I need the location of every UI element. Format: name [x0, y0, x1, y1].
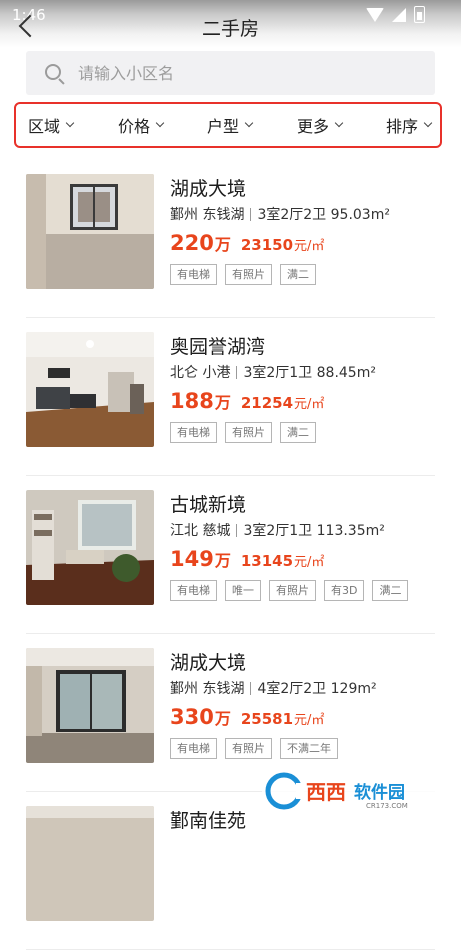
unit-price-unit: 元/㎡ — [294, 555, 325, 570]
filter-label: 户型 — [207, 117, 240, 136]
listing-photo — [26, 490, 154, 605]
filter-layout[interactable]: 户型 — [207, 104, 254, 146]
filter-more[interactable]: 更多 — [297, 104, 344, 146]
chevron-down-icon — [334, 118, 344, 128]
listing-tags: 有电梯 有照片 满二 — [170, 264, 316, 285]
listing-meta: 鄞州 东钱湖 3室2厅2卫 95.03m² — [170, 204, 390, 224]
listing-photo — [26, 174, 154, 289]
tag: 唯一 — [225, 580, 261, 601]
chevron-down-icon — [65, 118, 75, 128]
divider — [236, 365, 238, 379]
listing-district: 鄞州 — [170, 681, 198, 697]
total-price: 220 — [170, 231, 214, 255]
listing-item[interactable]: 古城新境 江北 慈城 3室2厅1卫 113.35m² 149 万 13145 元/㎡… — [0, 476, 461, 634]
tag: 有电梯 — [170, 738, 217, 759]
tag: 满二 — [372, 580, 409, 601]
listing-price: 330 万 25581 元/㎡ — [170, 705, 324, 729]
unit-price: 23150 — [240, 236, 294, 254]
total-price-unit: 万 — [214, 551, 231, 570]
unit-price-unit: 元/㎡ — [294, 713, 325, 728]
watermark-logo: 西西 软件园 CR173.COM — [262, 770, 452, 812]
tag: 有照片 — [225, 422, 272, 443]
tag: 有照片 — [225, 264, 272, 285]
listing-name: 古城新境 — [170, 494, 247, 516]
listing-list: 湖成大境 鄞州 东钱湖 3室2厅2卫 95.03m² 220 万 23150 元/㎡… — [0, 160, 461, 950]
divider — [250, 681, 252, 695]
listing-tags: 有电梯 有照片 不满二年 — [170, 738, 338, 759]
listing-item[interactable]: 奥园誉湖湾 北仑 小港 3室2厅1卫 88.45m² 188 万 21254 元/㎡… — [0, 318, 461, 476]
listing-item[interactable]: 鄞南佳苑 — [0, 792, 461, 950]
filter-region[interactable]: 区域 — [28, 104, 75, 146]
listing-meta: 江北 慈城 3室2厅1卫 113.35m² — [170, 520, 385, 540]
page-title: 二手房 — [201, 18, 259, 40]
listing-photo — [26, 806, 154, 921]
divider — [250, 207, 252, 221]
listing-item[interactable]: 湖成大境 鄞州 东钱湖 3室2厅2卫 95.03m² 220 万 23150 元/㎡… — [0, 160, 461, 318]
svg-text:CR173.COM: CR173.COM — [366, 802, 408, 810]
listing-item[interactable]: 湖成大境 鄞州 东钱湖 4室2厅2卫 129m² 330 万 25581 元/㎡ 有… — [0, 634, 461, 792]
total-price-unit: 万 — [214, 393, 231, 412]
unit-price-unit: 元/㎡ — [294, 397, 325, 412]
total-price: 188 — [170, 389, 214, 413]
tag: 不满二年 — [280, 738, 338, 759]
total-price: 149 — [170, 547, 214, 571]
filter-price[interactable]: 价格 — [118, 104, 165, 146]
svg-text:软件园: 软件园 — [354, 782, 405, 803]
search-bar[interactable] — [26, 51, 435, 95]
listing-photo — [26, 648, 154, 763]
chevron-down-icon — [423, 118, 433, 128]
listing-area: 东钱湖 — [202, 681, 245, 697]
listing-district: 江北 — [170, 523, 198, 539]
unit-price: 25581 — [240, 710, 294, 728]
filter-sort[interactable]: 排序 — [386, 104, 433, 146]
chevron-down-icon — [155, 118, 165, 128]
listing-district: 鄞州 — [170, 207, 198, 223]
search-icon — [45, 64, 61, 80]
listing-tags: 有电梯 唯一 有照片 有3D 满二 — [170, 580, 409, 601]
tag: 有电梯 — [170, 264, 217, 285]
listing-layout: 3室2厅2卫 95.03m² — [257, 207, 390, 223]
listing-meta: 北仑 小港 3室2厅1卫 88.45m² — [170, 362, 376, 382]
listing-area: 东钱湖 — [202, 207, 245, 223]
tag: 有照片 — [225, 738, 272, 759]
listing-photo — [26, 332, 154, 447]
search-input[interactable] — [78, 51, 418, 95]
tag: 有电梯 — [170, 422, 217, 443]
total-price: 330 — [170, 705, 214, 729]
listing-price: 188 万 21254 元/㎡ — [170, 389, 324, 413]
listing-layout: 3室2厅1卫 113.35m² — [243, 523, 385, 539]
listing-price: 220 万 23150 元/㎡ — [170, 231, 324, 255]
listing-area: 慈城 — [202, 523, 231, 539]
tag: 有3D — [324, 580, 365, 601]
listing-meta: 鄞州 东钱湖 4室2厅2卫 129m² — [170, 678, 377, 698]
total-price-unit: 万 — [214, 235, 231, 254]
filter-bar: 区域 价格 户型 更多 排序 — [14, 102, 442, 148]
listing-name: 湖成大境 — [170, 178, 247, 200]
unit-price-unit: 元/㎡ — [294, 239, 325, 254]
listing-layout: 3室2厅1卫 88.45m² — [243, 365, 376, 381]
header-bar: 1:46 二手房 — [0, 0, 461, 48]
filter-label: 更多 — [297, 117, 330, 136]
tag: 满二 — [280, 422, 316, 443]
filter-label: 价格 — [118, 117, 151, 136]
tag: 有电梯 — [170, 580, 217, 601]
tag: 有照片 — [269, 580, 316, 601]
filter-label: 排序 — [386, 117, 419, 136]
divider — [236, 523, 238, 537]
listing-area: 小港 — [202, 365, 231, 381]
svg-text:西西: 西西 — [306, 780, 346, 804]
listing-tags: 有电梯 有照片 满二 — [170, 422, 316, 443]
listing-district: 北仑 — [170, 365, 198, 381]
unit-price: 21254 — [240, 394, 294, 412]
listing-price: 149 万 13145 元/㎡ — [170, 547, 324, 571]
listing-name: 湖成大境 — [170, 652, 247, 674]
listing-name: 奥园誉湖湾 — [170, 336, 266, 358]
unit-price: 13145 — [240, 552, 294, 570]
filter-label: 区域 — [28, 117, 61, 136]
chevron-down-icon — [244, 118, 254, 128]
listing-layout: 4室2厅2卫 129m² — [257, 681, 377, 697]
tag: 满二 — [280, 264, 316, 285]
total-price-unit: 万 — [214, 709, 231, 728]
